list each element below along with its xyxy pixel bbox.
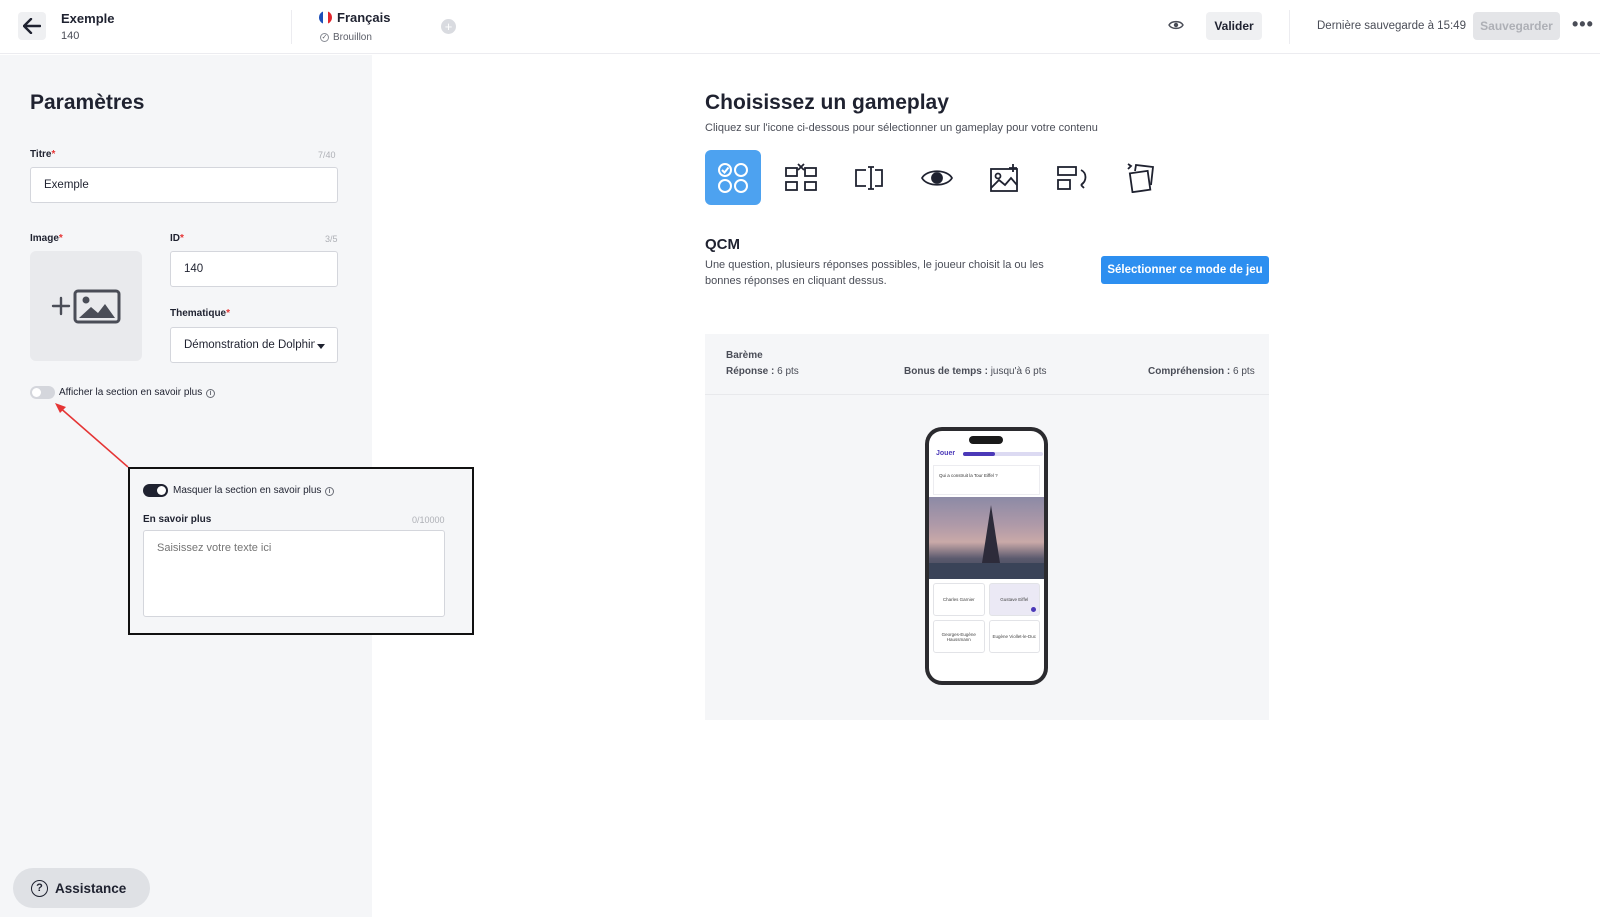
divider [705, 394, 1269, 395]
phone-question: Qui a construit la Tour Eiffel ? [933, 465, 1040, 495]
page-subtitle: Cliquez sur l'icone ci-dessous pour séle… [705, 122, 1098, 134]
savoir-plus-toggle-on[interactable] [143, 484, 168, 497]
page-title: Choisissez un gameplay [705, 91, 949, 114]
mode-title: QCM [705, 236, 740, 253]
image-target-icon[interactable] [977, 150, 1033, 205]
phone-header: Jouer [936, 450, 956, 457]
phone-progress-bar [963, 452, 1043, 456]
answer-option: Charles Garnier [933, 583, 985, 616]
reorder-icon[interactable] [1045, 150, 1101, 205]
matching-icon[interactable] [773, 150, 829, 205]
savoir-plus-label: En savoir plus [143, 514, 212, 525]
text-input-icon[interactable] [841, 150, 897, 205]
bareme-title: Barème [726, 350, 763, 361]
qcm-icon[interactable] [705, 150, 761, 205]
eiffel-tower-image [929, 497, 1044, 579]
select-mode-button[interactable]: Sélectionner ce mode de jeu [1101, 256, 1269, 284]
score-reponse: Réponse : 6 pts [726, 366, 799, 377]
answer-option-selected: Gustave Eiffel [988, 583, 1040, 616]
score-bonus: Bonus de temps : jusqu'à 6 pts [904, 366, 1047, 377]
answer-label: Gustave Eiffel [1000, 597, 1029, 602]
river-shape [929, 563, 1044, 579]
progress-fill [963, 452, 995, 456]
phone-answers: Charles Garnier Gustave Eiffel Georges-E… [933, 583, 1040, 653]
phone-screen: Jouer Qui a construit la Tour Eiffel ? C… [929, 431, 1044, 681]
flip-card-icon[interactable] [1113, 150, 1169, 205]
score-comprehension: Compréhension : 6 pts [1148, 366, 1255, 377]
answer-option: Georges-Eugène Haussmann [933, 620, 985, 653]
eye-icon[interactable] [909, 150, 965, 205]
gameplay-icon-list [705, 150, 1169, 205]
phone-mockup: Jouer Qui a construit la Tour Eiffel ? C… [925, 427, 1048, 685]
phone-notch [969, 436, 1003, 444]
tower-shape [982, 505, 1000, 563]
mode-description: Une question, plusieurs réponses possibl… [705, 259, 1044, 287]
toggle-label-masquer: Masquer la section en savoir plus [173, 485, 322, 496]
annotation-callout: Masquer la section en savoir plus i En s… [128, 467, 474, 635]
info-icon[interactable]: i [325, 487, 334, 496]
savoir-plus-counter: 0/10000 [412, 515, 445, 525]
gameplay-preview: Barème Réponse : 6 pts Bonus de temps : … [705, 334, 1269, 720]
answer-option: Eugène Viollet-le-Duc [988, 620, 1040, 653]
savoir-plus-textarea[interactable] [143, 530, 445, 617]
selected-dot [1031, 607, 1036, 612]
